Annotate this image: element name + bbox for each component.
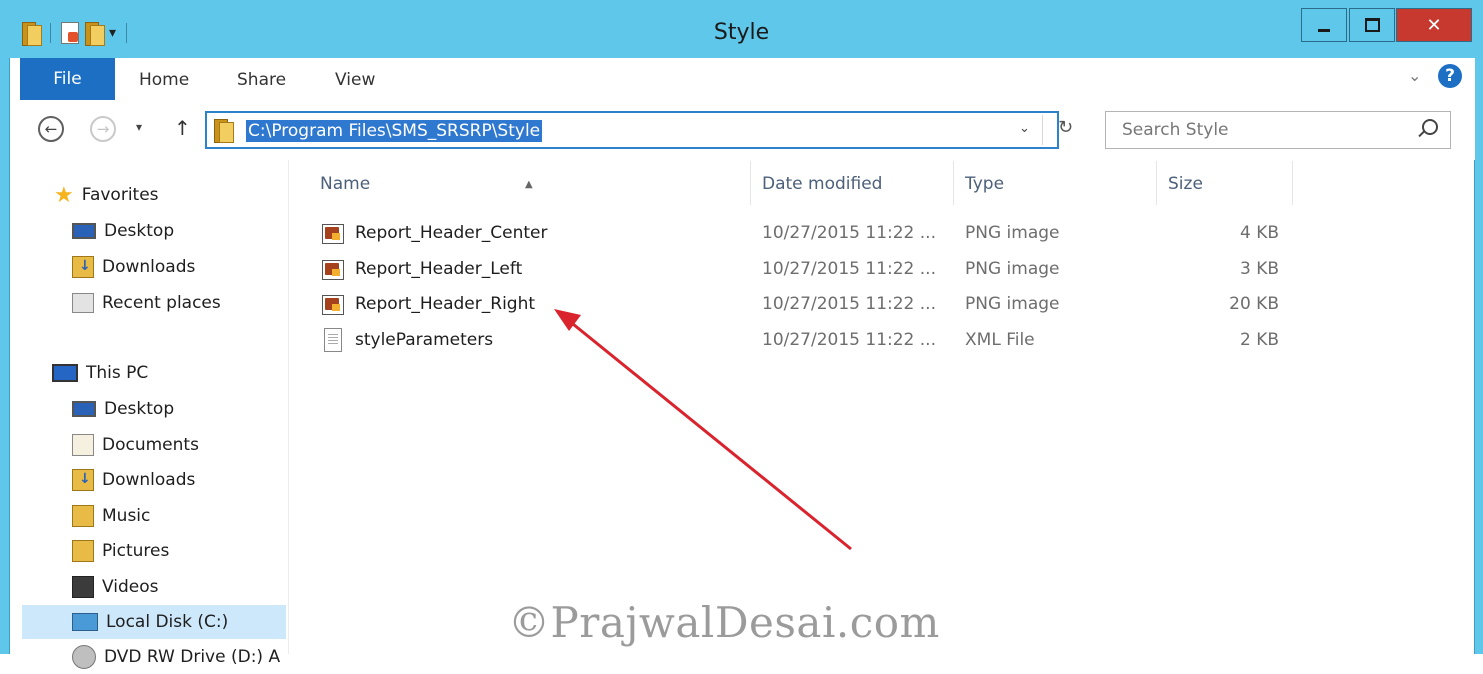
annotation-arrow-shaft [567,318,852,551]
annotation-arrow [554,309,852,551]
watermark: ©PrajwalDesai.com [508,598,940,647]
